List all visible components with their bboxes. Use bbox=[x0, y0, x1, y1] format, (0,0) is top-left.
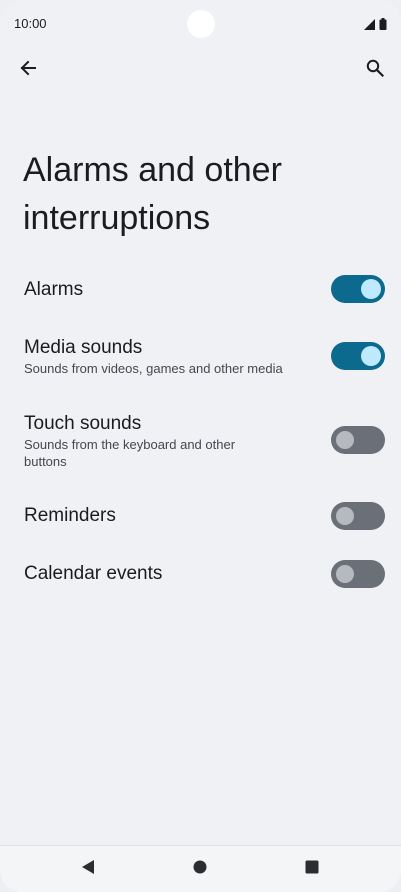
search-button[interactable] bbox=[359, 54, 391, 86]
camera-cutout bbox=[187, 10, 215, 38]
arrow-back-icon bbox=[19, 59, 37, 82]
nav-back-button[interactable] bbox=[78, 859, 98, 879]
toggle-knob bbox=[336, 565, 354, 583]
nav-recents-button[interactable] bbox=[302, 859, 322, 879]
alarms-toggle[interactable] bbox=[331, 275, 385, 303]
toggle-knob bbox=[336, 431, 354, 449]
setting-alarms[interactable]: Alarms bbox=[0, 266, 401, 314]
phone-screen: 10:00 Alarms and other interruptions Ala… bbox=[0, 0, 401, 892]
toggle-knob bbox=[361, 346, 381, 366]
navigation-bar bbox=[0, 845, 401, 892]
setting-summary: Sounds from videos, games and other medi… bbox=[24, 361, 283, 376]
status-time: 10:00 bbox=[14, 16, 47, 31]
setting-text: Reminders bbox=[24, 504, 320, 528]
search-icon bbox=[366, 59, 385, 82]
setting-text: Alarms bbox=[24, 278, 320, 302]
status-bar: 10:00 bbox=[0, 0, 401, 48]
setting-touch-sounds[interactable]: Touch sounds Sounds from the keyboard an… bbox=[0, 404, 401, 476]
battery-icon bbox=[379, 17, 387, 35]
recents-square-icon bbox=[304, 859, 320, 880]
media-sounds-toggle[interactable] bbox=[331, 342, 385, 370]
reminders-toggle[interactable] bbox=[331, 502, 385, 530]
back-button[interactable] bbox=[12, 54, 44, 86]
toggle-knob bbox=[361, 279, 381, 299]
setting-label: Calendar events bbox=[24, 563, 163, 584]
signal-icon bbox=[364, 17, 375, 35]
home-circle-icon bbox=[192, 859, 208, 880]
setting-text: Media sounds Sounds from videos, games a… bbox=[24, 336, 320, 377]
setting-summary: Sounds from the keyboard and other butto… bbox=[24, 437, 236, 469]
setting-label: Media sounds bbox=[24, 337, 143, 358]
setting-label: Touch sounds bbox=[24, 413, 142, 434]
setting-text: Touch sounds Sounds from the keyboard an… bbox=[24, 412, 320, 470]
toggle-knob bbox=[336, 507, 354, 525]
app-bar bbox=[0, 52, 401, 88]
status-icons bbox=[364, 17, 387, 35]
page-title: Alarms and other interruptions bbox=[23, 151, 282, 237]
setting-text: Calendar events bbox=[24, 562, 320, 586]
setting-label: Alarms bbox=[24, 279, 84, 300]
calendar-events-toggle[interactable] bbox=[331, 560, 385, 588]
setting-calendar-events[interactable]: Calendar events bbox=[0, 550, 401, 598]
back-triangle-icon bbox=[80, 859, 96, 880]
setting-media-sounds[interactable]: Media sounds Sounds from videos, games a… bbox=[0, 328, 401, 384]
setting-label: Reminders bbox=[24, 505, 116, 526]
nav-home-button[interactable] bbox=[190, 859, 210, 879]
touch-sounds-toggle[interactable] bbox=[331, 426, 385, 454]
setting-reminders[interactable]: Reminders bbox=[0, 492, 401, 540]
